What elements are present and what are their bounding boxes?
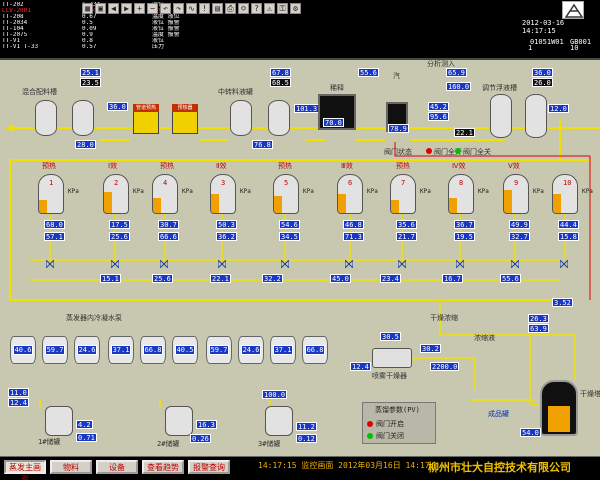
dryer-value-c: 30.5 bbox=[380, 332, 401, 341]
storage-3-label: 3#储罐 bbox=[258, 440, 281, 448]
legend-close-text: 阀门关闭 bbox=[376, 432, 404, 440]
finish-value-d: 54.0 bbox=[520, 428, 541, 437]
dryer-label: 喷雾干燥器 bbox=[372, 372, 407, 380]
nav-button-3[interactable]: 设备 bbox=[96, 460, 138, 474]
storage-tank[interactable]: 37.1 bbox=[270, 336, 296, 364]
storage-value: 24.6 bbox=[76, 345, 98, 355]
undo-icon[interactable]: ↶ bbox=[160, 3, 171, 14]
legend-row-close: 阀门关闭 bbox=[367, 431, 404, 441]
toolbar: ▦ ▣ ◀ ▶ + − ↶ ↷ ∿! ▤ ⎙ ☺? ⚠ ⚿ ⚙ bbox=[82, 3, 301, 17]
forward-icon[interactable]: ▶ bbox=[121, 3, 132, 14]
dryer-value-a: 30.2 bbox=[420, 344, 441, 353]
st3-value-a: 11.2 bbox=[296, 422, 317, 431]
status-ticker: 14:17:15 监控画面 2012年03月16日 14:17 bbox=[258, 461, 430, 470]
st3-value-b: 0.12 bbox=[296, 434, 317, 443]
storage-value: 59.7 bbox=[208, 345, 230, 355]
header-num-1: 1 bbox=[528, 44, 533, 52]
alarm-value: 0.57 bbox=[82, 44, 97, 50]
storage-tank[interactable]: 24.6 bbox=[238, 336, 264, 364]
storage-tank-1[interactable] bbox=[45, 406, 73, 436]
help-icon[interactable]: ? bbox=[251, 3, 262, 14]
storage-value: 37.1 bbox=[272, 345, 294, 355]
storage-tank[interactable]: 24.6 bbox=[74, 336, 100, 364]
legend-row-open: 阀门开启 bbox=[367, 419, 404, 429]
storage-tank[interactable]: 66.8 bbox=[140, 336, 166, 364]
finish-level-fill bbox=[548, 406, 570, 432]
st2-value-a: 16.3 bbox=[196, 420, 217, 429]
storage-value: 40.5 bbox=[174, 345, 196, 355]
storage-value: 66.8 bbox=[142, 345, 164, 355]
legend-panel: 蒸馏参数(PV) 阀门开启 阀门关闭 bbox=[362, 402, 436, 444]
storage-tank[interactable]: 66.8 bbox=[302, 336, 328, 364]
alarm-row[interactable]: TT-V1 T-33 0.57 压力 bbox=[2, 44, 232, 50]
redo-icon[interactable]: ↷ bbox=[173, 3, 184, 14]
legend-open-text: 阀门开启 bbox=[376, 420, 404, 428]
nav-button-5[interactable]: 报警查询 bbox=[188, 460, 230, 474]
storage-value: 59.7 bbox=[44, 345, 66, 355]
st2-value-b: 0.26 bbox=[190, 434, 211, 443]
nav-button-2[interactable]: 物料 bbox=[50, 460, 92, 474]
zoom-in-icon[interactable]: + bbox=[134, 3, 145, 14]
legend-red-icon bbox=[367, 421, 373, 427]
dryer-value-b: 12.4 bbox=[350, 362, 371, 371]
grid-icon[interactable]: ▦ bbox=[82, 3, 93, 14]
alarm-tag: TT-V1 T-33 bbox=[2, 44, 39, 50]
storage-tank-3[interactable] bbox=[265, 406, 293, 436]
storage-row: 40.6 59.7 24.6 37.1 66.8 40.5 59.7 24.6 37.1 66.8 bbox=[0, 60, 600, 458]
storage-2-label: 2#储罐 bbox=[157, 440, 180, 448]
alarm-desc: 压力 bbox=[152, 44, 165, 50]
nav-button-1[interactable]: 蒸发主画面 bbox=[4, 460, 46, 480]
settings-icon[interactable]: ⚙ bbox=[290, 3, 301, 14]
warning-icon[interactable]: ⚠ bbox=[264, 3, 275, 14]
product-label: 干燥塔 bbox=[580, 390, 600, 398]
trend-icon[interactable]: ∿ bbox=[186, 3, 197, 14]
st1-value-a: 11.0 bbox=[8, 388, 29, 397]
bottom-nav-bar: 蒸发主画面 物料 设备 查看趋势 报警查询 14:17:15 监控画面 2012年03月… bbox=[0, 456, 600, 480]
window-icon[interactable]: ▣ bbox=[95, 3, 106, 14]
storage-value: 66.8 bbox=[304, 345, 326, 355]
storage-value: 37.1 bbox=[110, 345, 132, 355]
datetime-display: 2012-03-16 14:17:15 bbox=[522, 19, 565, 35]
report-icon[interactable]: ▤ bbox=[212, 3, 223, 14]
finish-value-c: 3.52 bbox=[552, 298, 573, 307]
back-icon[interactable]: ◀ bbox=[108, 3, 119, 14]
st1-value-c: 4.2 bbox=[76, 420, 93, 429]
storage-tank[interactable]: 37.1 bbox=[108, 336, 134, 364]
logo-icon bbox=[562, 1, 584, 19]
storage-value: 24.6 bbox=[240, 345, 262, 355]
dryer-unit[interactable] bbox=[372, 348, 412, 368]
legend-green-icon bbox=[367, 433, 373, 439]
alarm-icon[interactable]: ! bbox=[199, 3, 210, 14]
company-name: 柳州市壮大自控技术有限公司 bbox=[428, 461, 571, 474]
finish-value-b: 63.9 bbox=[528, 324, 549, 333]
finish-tank[interactable] bbox=[540, 380, 578, 436]
process-diagram: 混合配料槽 25.1 23.5 28.0 管道预热 预热器 36.0 中转料液罐… bbox=[0, 58, 600, 456]
storage-tank-2[interactable] bbox=[165, 406, 193, 436]
st1-value-d: 0.71 bbox=[76, 433, 97, 442]
zoom-out-icon[interactable]: − bbox=[147, 3, 158, 14]
storage-tank[interactable]: 59.7 bbox=[206, 336, 232, 364]
realtime-panel bbox=[440, 14, 520, 54]
legend-title: 蒸馏参数(PV) bbox=[375, 406, 420, 414]
user-icon[interactable]: ☺ bbox=[238, 3, 249, 14]
lock-icon[interactable]: ⚿ bbox=[277, 3, 288, 14]
st1-value-b: 12.4 bbox=[8, 398, 29, 407]
header-tag-1: 01051W01 bbox=[530, 38, 564, 46]
finish-value-a: 26.3 bbox=[528, 314, 549, 323]
top-bar: TT-2021.234液位LCV-20010.7c流量TT-2080.67温度 … bbox=[0, 0, 600, 58]
dryer-value-d: 2200.0 bbox=[430, 362, 460, 371]
storage-value: 40.6 bbox=[12, 345, 34, 355]
header-num-2: 10 bbox=[570, 44, 579, 52]
print-icon[interactable]: ⎙ bbox=[225, 3, 236, 14]
finish-label: 成品罐 bbox=[488, 410, 509, 418]
storage-1-label: 1#储罐 bbox=[38, 438, 61, 446]
st3-value-c: 100.0 bbox=[262, 390, 288, 399]
storage-tank[interactable]: 40.6 bbox=[10, 336, 36, 364]
storage-tank[interactable]: 59.7 bbox=[42, 336, 68, 364]
nav-button-4[interactable]: 查看趋势 bbox=[142, 460, 184, 474]
storage-tank[interactable]: 40.5 bbox=[172, 336, 198, 364]
